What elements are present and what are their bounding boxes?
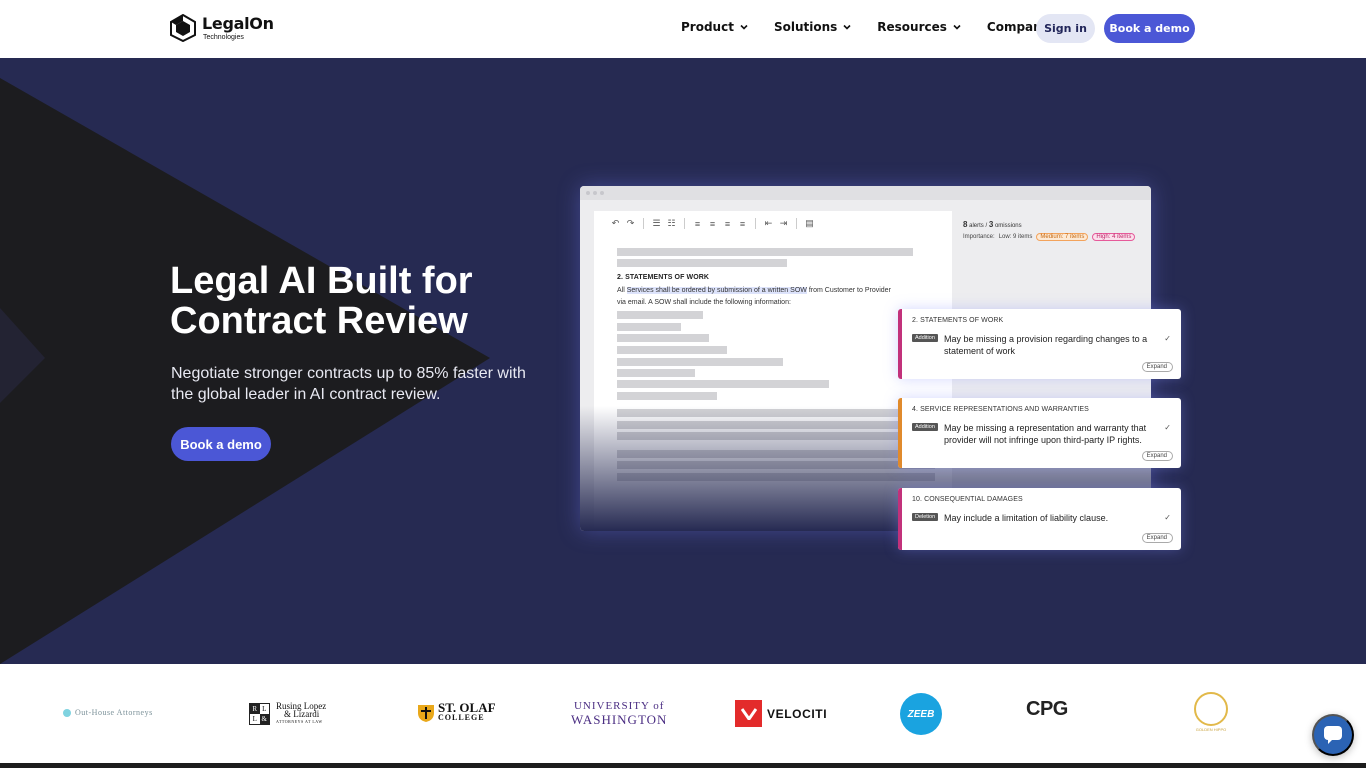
book-demo-nav-button[interactable]: Book a demo [1104, 14, 1195, 43]
legalon-logo-icon [170, 14, 196, 42]
check-icon[interactable]: ✓ [1164, 334, 1171, 343]
brand-logo[interactable]: LegalOn Technologies [170, 14, 274, 42]
client-logo-uw: UNIVERSITY of WASHINGTON [571, 700, 668, 727]
menu-resources[interactable]: Resources [877, 20, 961, 34]
align-left-icon: ≡ [694, 218, 701, 229]
align-right-icon: ≡ [724, 218, 731, 229]
editor-toolbar: ↶ ↷ ☰ ☷ ≡ ≡ ≡ ≡ ⇤ ⇥ ▤ [610, 218, 815, 229]
format-icon: ▤ [805, 218, 814, 228]
menu-product-label: Product [681, 20, 734, 34]
importance-filter: Importance: Low: 9 items Medium: 7 items… [963, 233, 1136, 241]
redo-icon: ↷ [626, 218, 635, 228]
medium-pill: Medium: 7 items [1036, 233, 1089, 241]
brand-subtitle: Technologies [203, 33, 244, 41]
window-dot [593, 191, 597, 195]
doc-paragraph-line: via email. A SOW shall include the follo… [617, 299, 791, 306]
alert-title: 2. STATEMENTS OF WORK [912, 317, 1004, 324]
window-dot [586, 191, 590, 195]
indent-icon: ⇥ [779, 218, 788, 228]
outdent-icon: ⇤ [764, 218, 773, 228]
alert-text: May be missing a provision regarding cha… [944, 334, 1148, 356]
numbered-list-icon: ☷ [667, 218, 676, 228]
menu-resources-label: Resources [877, 20, 947, 34]
rll-monogram-icon: R L L & [249, 703, 270, 725]
expand-button[interactable]: Expand [1141, 533, 1173, 543]
align-center-icon: ≡ [709, 218, 716, 229]
menu-solutions-label: Solutions [773, 20, 838, 34]
chevron-down-icon [953, 24, 961, 30]
align-justify-icon: ≡ [739, 218, 746, 229]
hero-title-line-2: Contract Review [170, 300, 468, 342]
alert-title: 10. CONSEQUENTIAL DAMAGES [912, 496, 1023, 503]
client-logo-stolaf: ST. OLAF COLLEGE [417, 701, 496, 723]
alert-card[interactable]: 10. CONSEQUENTIAL DAMAGES Deletion May i… [898, 488, 1181, 550]
chat-launcher-button[interactable] [1312, 714, 1354, 756]
top-nav: LegalOn Technologies Product Solutions R… [0, 0, 1366, 58]
check-icon[interactable]: ✓ [1164, 513, 1171, 522]
alert-text: May be missing a representation and warr… [944, 423, 1147, 445]
doc-paragraph-line: All Services shall be ordered by submiss… [617, 287, 891, 294]
bullet-list-icon: ☰ [652, 218, 661, 228]
page-bottom-band [0, 763, 1366, 768]
high-pill: High: 4 items [1092, 233, 1136, 241]
alert-tag: Deletion [912, 513, 939, 521]
chevron-down-icon [740, 24, 748, 30]
alert-accent [898, 488, 902, 550]
client-logo-outhouse: Out-House Attorneys [63, 708, 153, 717]
hero-title-line-1: Legal AI Built for [170, 260, 473, 302]
alert-tag: Addition [912, 334, 938, 342]
low-count: Low: 9 items [998, 234, 1033, 240]
highlighted-clause: Services shall be ordered by submission … [626, 287, 807, 294]
chat-bubble-icon [1324, 726, 1342, 744]
client-logo-rusing: R L L & Rusing Lopez & Lizardi ATTORNEYS AT… [249, 702, 326, 726]
chevron-down-icon [843, 24, 851, 30]
brand-name: LegalOn [202, 13, 274, 33]
check-icon[interactable]: ✓ [1164, 423, 1171, 432]
menu-product[interactable]: Product [681, 20, 748, 34]
client-logo-zeeb: ZEEB [900, 693, 942, 735]
client-logo-cpg: CPG [1026, 698, 1068, 720]
shield-icon [418, 705, 434, 722]
sign-in-button[interactable]: Sign in [1036, 14, 1095, 43]
velociti-mark-icon [735, 700, 762, 727]
client-logo-velociti: VELOCITI [735, 700, 827, 727]
alert-title: 4. SERVICE REPRESENTATIONS AND WARRANTIE… [912, 406, 1089, 413]
alert-accent [898, 309, 902, 379]
main-menu: Product Solutions Resources Company [681, 20, 1090, 34]
expand-button[interactable]: Expand [1141, 362, 1173, 372]
alerts-summary: 8 alerts / 3 omissions [963, 220, 1022, 229]
hippo-emblem-icon [1194, 692, 1228, 726]
client-logo-golden-hippo: GOLDEN HIPPO [1194, 692, 1228, 732]
alert-card[interactable]: 4. SERVICE REPRESENTATIONS AND WARRANTIE… [898, 398, 1181, 468]
alert-tag: Addition [912, 423, 938, 431]
client-logo-strip [0, 664, 1366, 763]
hero-subtitle: Negotiate stronger contracts up to 85% f… [171, 365, 526, 403]
doc-section-heading: 2. STATEMENTS OF WORK [617, 274, 710, 281]
alert-text: May include a limitation of liability cl… [944, 513, 1109, 523]
alert-card[interactable]: 2. STATEMENTS OF WORK Addition May be mi… [898, 309, 1181, 379]
window-dot [600, 191, 604, 195]
alert-accent [898, 398, 902, 468]
undo-icon: ↶ [611, 218, 620, 228]
window-titlebar [580, 186, 1151, 200]
outhouse-dot-icon [63, 708, 71, 717]
hero-title: Legal AI Built for Contract Review [170, 261, 530, 341]
book-demo-hero-button[interactable]: Book a demo [171, 427, 271, 461]
expand-button[interactable]: Expand [1141, 451, 1173, 461]
menu-solutions[interactable]: Solutions [774, 20, 851, 34]
